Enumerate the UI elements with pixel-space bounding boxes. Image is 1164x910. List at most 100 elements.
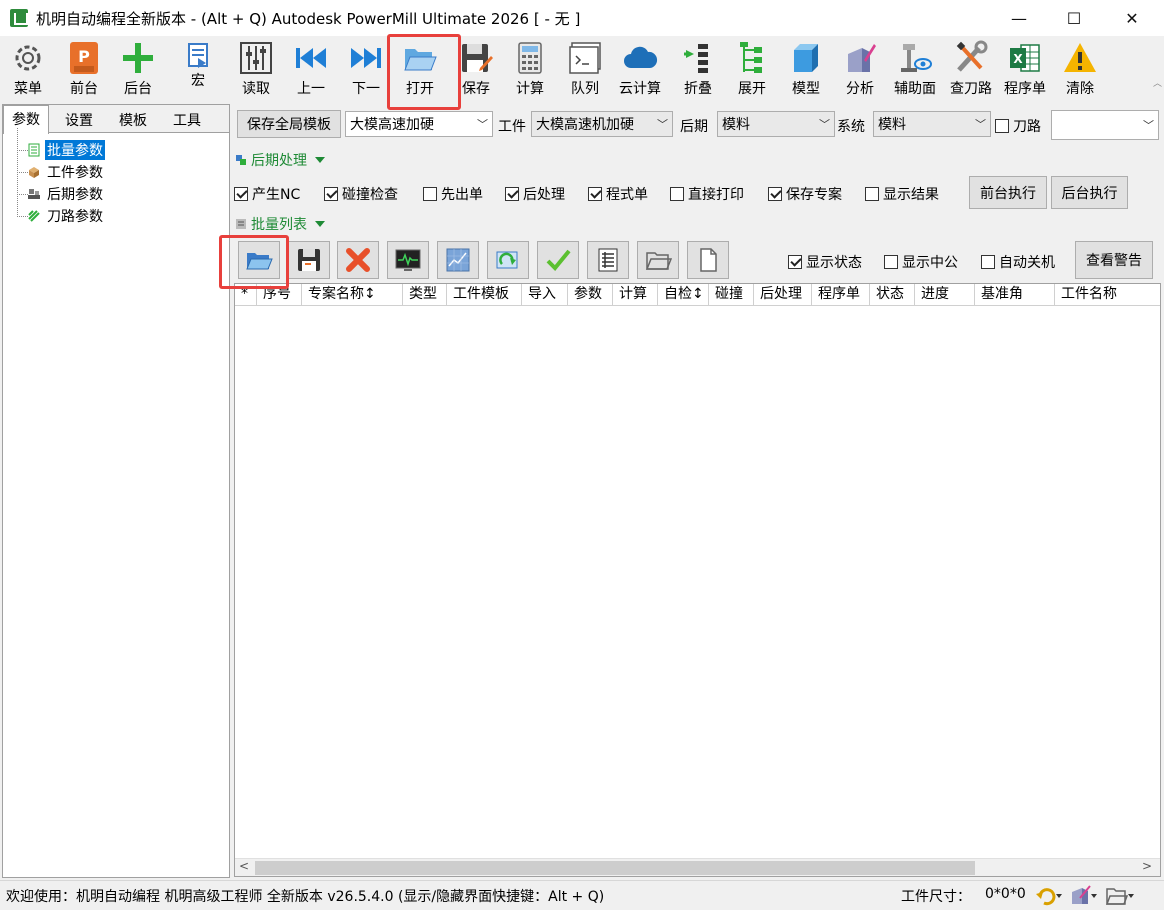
auto-shutdown-checkbox[interactable]: 自动关机 (981, 252, 1055, 272)
tab-templates[interactable]: 模板 (111, 107, 155, 133)
post-section-header[interactable]: 后期处理 (235, 150, 325, 170)
col-workpiece-template[interactable]: 工件模板 (447, 284, 522, 305)
toolbar-menu-button[interactable]: 菜单 (6, 40, 50, 100)
batch-folder-button[interactable] (637, 241, 679, 279)
scrollbar-thumb[interactable] (255, 861, 975, 875)
batch-save-button[interactable] (288, 241, 330, 279)
option-generate-nc[interactable]: 产生NC (234, 184, 300, 204)
toolbar-next-button[interactable]: 下一 (344, 40, 388, 100)
toolbar-cloud-button[interactable]: 云计算 (615, 40, 665, 100)
col-index[interactable]: 序号 (257, 284, 302, 305)
post-select[interactable]: 模料 ﹀ (717, 111, 835, 137)
col-type[interactable]: 类型 (403, 284, 447, 305)
col-compute[interactable]: 计算 (613, 284, 658, 305)
toolbar-analysis-button[interactable]: 分析 (838, 40, 882, 100)
col-workpiece-name[interactable]: 工件名称 (1055, 284, 1150, 305)
toolbar-model-button[interactable]: 模型 (784, 40, 828, 100)
batch-chart-button[interactable] (437, 241, 479, 279)
col-import[interactable]: 导入 (522, 284, 568, 305)
batch-open-button[interactable] (238, 241, 280, 279)
toolbar-surface-button[interactable]: 辅助面 (890, 40, 940, 100)
tab-tools[interactable]: 工具 (165, 107, 209, 133)
toolbar-collapse-button[interactable]: 折叠 (676, 40, 720, 100)
grid-horizontal-scrollbar[interactable]: < > (235, 858, 1160, 876)
chevron-down-icon: ﹀ (1143, 119, 1154, 132)
col-post-process[interactable]: 后处理 (754, 284, 812, 305)
back-execute-button[interactable]: 后台执行 (1051, 176, 1128, 209)
view-warnings-button[interactable]: 查看警告 (1075, 241, 1153, 279)
batch-confirm-button[interactable] (537, 241, 579, 279)
batch-section-header[interactable]: 批量列表 (235, 214, 325, 234)
close-button[interactable]: ✕ (1106, 0, 1158, 36)
batch-monitor-button[interactable] (387, 241, 429, 279)
tree-item-batch[interactable]: 批量参数 (17, 128, 105, 161)
scroll-left-icon[interactable]: < (239, 859, 249, 873)
undo-icon[interactable] (1034, 884, 1064, 908)
option-post-process[interactable]: 后处理 (505, 184, 565, 204)
toolbar-queue-button[interactable]: 队列 (563, 40, 607, 100)
tab-settings[interactable]: 设置 (57, 107, 101, 133)
col-params[interactable]: 参数 (568, 284, 613, 305)
svg-text:P: P (78, 47, 90, 66)
option-program-sheet[interactable]: 程式单 (588, 184, 648, 204)
tree-item-post[interactable]: 后期参数 (17, 172, 105, 205)
col-project-name[interactable]: 专案名称↕ (302, 284, 403, 305)
toolbar-clear-button[interactable]: 清除 (1058, 40, 1102, 100)
batch-refresh-button[interactable] (487, 241, 529, 279)
option-direct-print[interactable]: 直接打印 (670, 184, 744, 204)
toolpath-select[interactable]: ﹀ (1051, 110, 1159, 140)
batch-section-title: 批量列表 (251, 217, 307, 233)
workpiece-select[interactable]: 大模高速机加硬 ﹀ (531, 111, 673, 137)
toolbar-check-toolpath-button[interactable]: 查刀路 (946, 40, 996, 100)
show-status-checkbox[interactable]: 显示状态 (788, 252, 862, 272)
scroll-right-icon[interactable]: > (1142, 859, 1152, 873)
check-icon (546, 249, 571, 271)
col-status[interactable]: 状态 (870, 284, 915, 305)
maximize-button[interactable]: ☐ (1048, 0, 1100, 36)
toolbar-collapse-label: 折叠 (684, 81, 712, 97)
tree-item-label: 刀路参数 (47, 209, 103, 225)
system-select[interactable]: 模料 ﹀ (873, 111, 991, 137)
tree-item-workpiece[interactable]: 工件参数 (17, 150, 105, 183)
minimize-button[interactable]: — (993, 0, 1045, 36)
col-self-check[interactable]: 自检↕ (658, 284, 709, 305)
toolbar-front-button[interactable]: P 前台 (62, 40, 106, 100)
toolbar-save-label: 保存 (462, 81, 490, 97)
toolbar-expand-button[interactable]: 展开 (730, 40, 774, 100)
batch-grid[interactable]: * 序号 专案名称↕ 类型 工件模板 导入 参数 计算 自检↕ 碰撞 后处理 程… (234, 283, 1161, 877)
show-center-checkbox[interactable]: 显示中公 (884, 252, 958, 272)
toolbar-analysis-label: 分析 (846, 81, 874, 97)
toolbar-back-label: 后台 (124, 81, 152, 97)
batch-list-button[interactable] (587, 241, 629, 279)
toolbar-back-button[interactable]: 后台 (116, 40, 160, 100)
col-marker[interactable]: * (235, 284, 257, 305)
toolbar-macro-button[interactable]: 宏 (176, 40, 220, 100)
col-collision[interactable]: 碰撞 (709, 284, 754, 305)
caret-down-icon (315, 157, 325, 163)
batch-document-button[interactable] (687, 241, 729, 279)
toolbar-prev-button[interactable]: 上一 (289, 40, 333, 100)
toolbar-save-button[interactable]: 保存 (454, 40, 498, 100)
folder-menu-icon[interactable] (1104, 884, 1134, 908)
col-program-sheet[interactable]: 程序单 (812, 284, 870, 305)
post-select-value: 模料 (722, 117, 750, 133)
toolbar-program-sheet-button[interactable]: X 程序单 (1000, 40, 1050, 100)
save-global-template-button[interactable]: 保存全局模板 (237, 110, 341, 138)
tree-item-toolpath[interactable]: 刀路参数 (17, 194, 105, 227)
toolbar-compute-button[interactable]: 计算 (508, 40, 552, 100)
col-base-angle[interactable]: 基准角 (975, 284, 1055, 305)
option-sheet-first[interactable]: 先出单 (423, 184, 483, 204)
front-execute-button[interactable]: 前台执行 (969, 176, 1047, 209)
toolbar-open-button[interactable]: 打开 (398, 40, 442, 100)
toolbar-overflow-icon[interactable]: ︿ (1153, 76, 1162, 89)
option-collision-check[interactable]: 碰撞检查 (324, 184, 398, 204)
toolpath-checkbox[interactable]: 刀路 (995, 116, 1041, 136)
toolbar-read-button[interactable]: 读取 (234, 40, 278, 100)
option-show-result[interactable]: 显示结果 (865, 184, 939, 204)
option-save-project[interactable]: 保存专案 (768, 184, 842, 204)
batch-delete-button[interactable] (337, 241, 379, 279)
model-view-icon[interactable] (1068, 884, 1098, 908)
template-select[interactable]: 大模高速加硬 ﹀ (345, 111, 493, 137)
chevron-down-icon: ﹀ (819, 118, 830, 131)
col-progress[interactable]: 进度 (915, 284, 975, 305)
